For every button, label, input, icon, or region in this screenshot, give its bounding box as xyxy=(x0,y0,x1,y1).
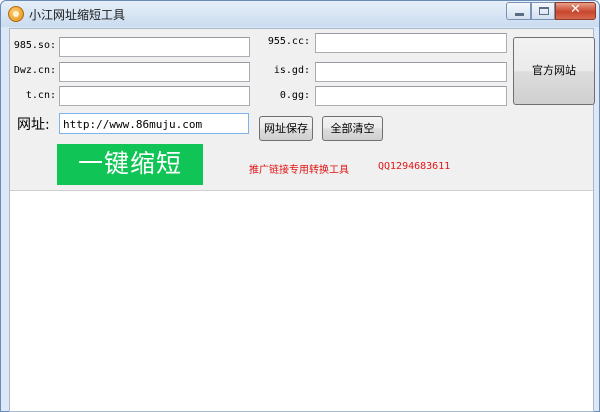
result-is-gd-field[interactable] xyxy=(315,62,507,82)
client-area: 985.so: Dwz.cn: t.cn: 955.cc: is.gd: 0.g… xyxy=(9,28,595,412)
result-t-cn-field[interactable] xyxy=(59,86,250,106)
result-985-so-field[interactable] xyxy=(59,37,250,57)
label-985-so: 985.so: xyxy=(13,40,56,51)
app-logo-icon xyxy=(8,6,24,22)
url-label: 网址: xyxy=(17,117,50,133)
result-0-gg-field[interactable] xyxy=(315,86,507,106)
official-site-button[interactable]: 官方网站 xyxy=(513,37,595,105)
promo-qq: QQ1294683611 xyxy=(378,161,451,172)
result-dwz-cn-field[interactable] xyxy=(59,62,250,82)
minimize-icon xyxy=(515,13,524,16)
url-input[interactable]: http://www.86muju.com xyxy=(59,113,249,134)
output-area[interactable] xyxy=(10,190,593,411)
shorten-button[interactable]: 一键缩短 xyxy=(57,144,203,185)
close-icon: ✕ xyxy=(570,2,581,17)
app-window: 小江网址缩短工具 ✕ 985.so: Dwz.cn: t.cn: 955.cc:… xyxy=(0,0,600,412)
close-button[interactable]: ✕ xyxy=(555,2,596,20)
minimize-button[interactable] xyxy=(506,2,531,20)
label-0-gg: 0.gg: xyxy=(279,90,310,101)
label-is-gd: is.gd: xyxy=(273,65,310,76)
result-955-cc-field[interactable] xyxy=(315,33,507,53)
label-955-cc: 955.cc: xyxy=(267,36,310,47)
window-title: 小江网址缩短工具 xyxy=(29,8,126,22)
save-url-button[interactable]: 网址保存 xyxy=(259,116,313,141)
maximize-button[interactable] xyxy=(531,2,555,20)
maximize-icon xyxy=(539,7,549,15)
title-bar[interactable]: 小江网址缩短工具 ✕ xyxy=(1,1,599,27)
promo-text: 推广链接专用转换工具 xyxy=(249,165,349,176)
label-t-cn: t.cn: xyxy=(25,90,56,101)
clear-all-button[interactable]: 全部清空 xyxy=(322,116,383,141)
label-dwz-cn: Dwz.cn: xyxy=(13,65,56,76)
